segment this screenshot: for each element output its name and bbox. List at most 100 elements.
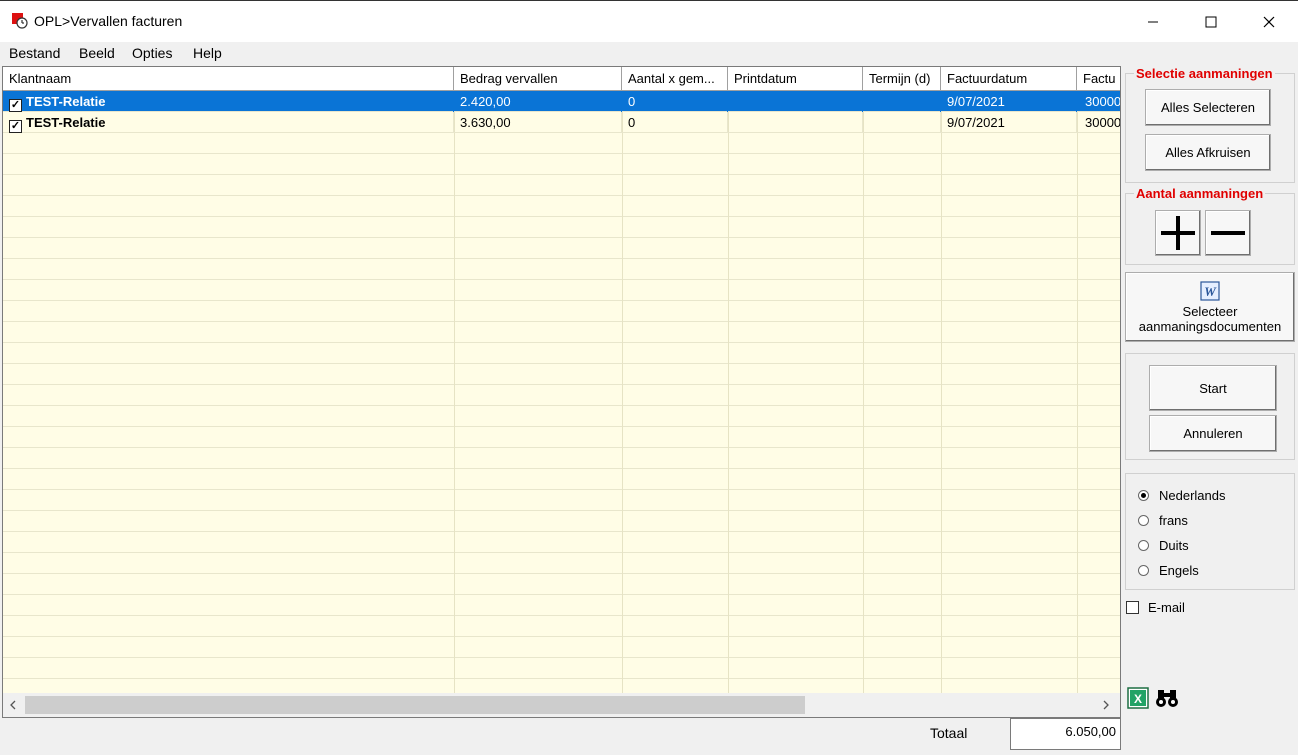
app-icon — [12, 13, 28, 29]
selecteer-documenten-button[interactable]: W Selecteer aanmaningsdocumenten — [1125, 272, 1295, 342]
cell-bedrag: 3.630,00 — [454, 112, 622, 133]
cell-factuur: 30000 — [1085, 115, 1120, 130]
empty-row — [3, 532, 1120, 553]
start-button[interactable]: Start — [1149, 365, 1277, 411]
col-bedrag-vervallen[interactable]: Bedrag vervallen — [454, 67, 622, 90]
minimize-button[interactable] — [1124, 1, 1182, 43]
radio-dot[interactable] — [1138, 540, 1149, 551]
radio-label: Duits — [1159, 538, 1189, 553]
minus-button[interactable] — [1205, 210, 1251, 256]
scrollbar-thumb[interactable] — [25, 696, 805, 714]
empty-row — [3, 196, 1120, 217]
invoice-grid[interactable]: Klantnaam Bedrag vervallen Aantal x gem.… — [2, 66, 1121, 718]
aantal-title: Aantal aanmaningen — [1134, 186, 1266, 201]
cell-factuurdatum: 9/07/2021 — [941, 91, 1077, 112]
row-checkbox[interactable]: ✓ — [9, 99, 22, 112]
email-checkbox-box[interactable] — [1126, 601, 1139, 614]
cell-klantnaam: ✓ TEST-Relatie — [3, 91, 454, 112]
radio-dot[interactable] — [1138, 515, 1149, 526]
empty-row — [3, 658, 1120, 679]
empty-row — [3, 679, 1120, 693]
col-factuurdatum[interactable]: Factuurdatum — [941, 67, 1077, 90]
row-checkbox[interactable]: ✓ — [9, 120, 22, 133]
maximize-button[interactable] — [1182, 1, 1240, 43]
col-aantal[interactable]: Aantal x gem... — [622, 67, 728, 90]
menu-opties[interactable]: Opties — [132, 45, 172, 61]
horizontal-scrollbar[interactable] — [3, 693, 1120, 717]
title-bar: OPL>Vervallen facturen — [0, 0, 1298, 42]
alles-afkruisen-button[interactable]: Alles Afkruisen — [1145, 134, 1271, 171]
radio-label: Nederlands — [1159, 488, 1226, 503]
empty-row — [3, 406, 1120, 427]
annuleren-button[interactable]: Annuleren — [1149, 415, 1277, 452]
cell-bedrag: 2.420,00 — [454, 91, 622, 112]
empty-row — [3, 133, 1120, 154]
radio-label: frans — [1159, 513, 1188, 528]
empty-row — [3, 574, 1120, 595]
scroll-right-icon[interactable] — [1102, 700, 1110, 710]
grid-body: ✓ TEST-Relatie 2.420,00 0 9/07/2021 30000… — [3, 91, 1120, 693]
table-row[interactable]: ✓ TEST-Relatie 2.420,00 0 9/07/2021 30000 — [3, 91, 1120, 112]
cell-factuur: 30000 — [1085, 94, 1120, 109]
empty-row — [3, 553, 1120, 574]
empty-row — [3, 490, 1120, 511]
plus-button[interactable] — [1155, 210, 1201, 256]
col-termijn[interactable]: Termijn (d) — [863, 67, 941, 90]
empty-row — [3, 217, 1120, 238]
cell-printdatum — [728, 112, 863, 133]
scroll-left-icon[interactable] — [9, 700, 17, 710]
empty-row — [3, 343, 1120, 364]
binoculars-icon — [1156, 690, 1178, 707]
empty-row — [3, 322, 1120, 343]
empty-row — [3, 364, 1120, 385]
email-checkbox[interactable]: E-mail — [1126, 600, 1185, 615]
excel-icon: X — [1127, 687, 1149, 709]
radio-nederlands[interactable]: Nederlands — [1138, 488, 1226, 503]
cell-aantal: 0 — [622, 112, 728, 133]
radio-frans[interactable]: frans — [1138, 513, 1188, 528]
search-button[interactable] — [1155, 687, 1179, 709]
cell-termijn — [863, 91, 941, 112]
radio-engels[interactable]: Engels — [1138, 563, 1199, 578]
totaal-label: Totaal — [930, 725, 968, 741]
excel-export-button[interactable]: X — [1127, 687, 1149, 709]
empty-row — [3, 259, 1120, 280]
empty-row — [3, 469, 1120, 490]
empty-row — [3, 154, 1120, 175]
menu-bar: Bestand Beeld Opties Help — [0, 42, 1298, 64]
empty-row — [3, 238, 1120, 259]
col-printdatum[interactable]: Printdatum — [728, 67, 863, 90]
radio-dot[interactable] — [1138, 565, 1149, 576]
svg-text:W: W — [1204, 284, 1217, 299]
minus-icon — [1211, 231, 1245, 235]
menu-bestand[interactable]: Bestand — [9, 45, 60, 61]
minimize-icon — [1148, 21, 1158, 23]
empty-row — [3, 448, 1120, 469]
klantnaam-text: TEST-Relatie — [26, 94, 106, 109]
selecteer-line2: aanmaningsdocumenten — [1138, 318, 1282, 334]
radio-duits[interactable]: Duits — [1138, 538, 1189, 553]
menu-beeld[interactable]: Beeld — [79, 45, 115, 61]
close-icon — [1263, 16, 1275, 28]
cell-printdatum — [728, 91, 863, 112]
table-row[interactable]: ✓ TEST-Relatie 3.630,00 0 9/07/2021 30000 — [3, 112, 1120, 133]
close-button[interactable] — [1240, 1, 1298, 43]
klantnaam-text: TEST-Relatie — [26, 115, 106, 130]
selectie-title: Selectie aanmaningen — [1134, 66, 1275, 81]
svg-text:X: X — [1134, 692, 1142, 706]
cell-klantnaam: ✓ TEST-Relatie — [3, 112, 454, 133]
menu-help[interactable]: Help — [193, 45, 222, 61]
empty-row — [3, 385, 1120, 406]
col-klantnaam[interactable]: Klantnaam — [3, 67, 454, 90]
email-label: E-mail — [1148, 600, 1185, 615]
selecteer-line1: Selecteer — [1182, 303, 1238, 319]
cell-termijn — [863, 112, 941, 133]
radio-dot[interactable] — [1138, 490, 1149, 501]
totaal-value: 6.050,00 — [1010, 718, 1121, 750]
col-factuur[interactable]: Factu — [1077, 67, 1120, 90]
radio-label: Engels — [1159, 563, 1199, 578]
plus-icon — [1161, 216, 1195, 250]
language-groupbox: Nederlands frans Duits Engels — [1125, 473, 1295, 590]
alles-selecteren-button[interactable]: Alles Selecteren — [1145, 89, 1271, 126]
grid-header: Klantnaam Bedrag vervallen Aantal x gem.… — [3, 67, 1120, 91]
